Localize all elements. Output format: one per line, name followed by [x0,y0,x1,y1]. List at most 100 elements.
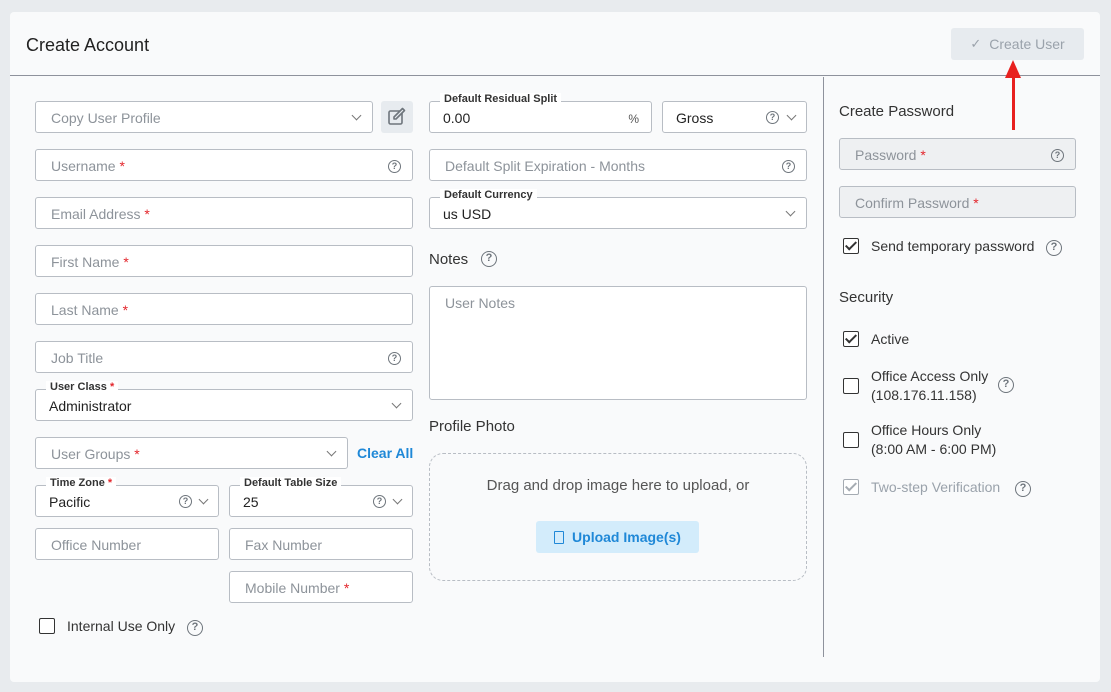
user-groups-placeholder-text: User Groups [51,446,131,462]
time-zone-label: Time Zone * [46,477,117,489]
office-number-field[interactable]: Office Number [35,528,219,560]
photo-dropzone[interactable]: Drag and drop image here to upload, or U… [429,453,807,581]
required-marker: * [107,477,113,489]
default-currency-select[interactable]: Default Currency us USD [429,189,807,229]
email-placeholder-text: Email Address [51,206,141,222]
time-zone-select[interactable]: Time Zone * Pacific ? [35,477,219,517]
internal-use-checkbox[interactable] [39,618,55,634]
help-icon[interactable]: ? [1015,481,1031,497]
password-placeholder-text: Password [855,147,917,163]
edit-profile-button[interactable] [381,101,413,133]
help-icon[interactable]: ? [179,495,192,508]
first-name-placeholder: First Name * [51,254,129,270]
fax-number-field[interactable]: Fax Number [229,528,413,560]
confirm-password-placeholder: Confirm Password * [855,195,979,211]
dropzone-text: Drag and drop image here to upload, or [486,477,750,494]
table-size-label: Default Table Size [240,477,342,489]
time-zone-label-text: Time Zone [50,477,105,489]
office-hours-checkbox[interactable] [843,432,859,448]
residual-split-label: Default Residual Split [440,93,562,105]
confirm-password-field[interactable]: Confirm Password * [839,186,1076,218]
user-groups-placeholder: User Groups * [51,446,140,462]
office-hours-title: Office Hours Only [871,422,982,438]
password-field[interactable]: Password * ? [839,138,1076,170]
active-checkbox[interactable] [843,331,859,347]
password-placeholder: Password * [855,147,926,163]
job-title-field[interactable]: Job Title ? [35,341,413,373]
clear-all-link[interactable]: Clear All [357,445,413,461]
user-class-label-text: User Class [50,381,107,393]
fax-number-placeholder: Fax Number [245,537,323,553]
table-size-value: 25 [243,494,259,510]
upload-button-label: Upload Image(s) [572,529,681,545]
create-account-card: Create Account ✓ Create User Copy User P… [10,12,1100,682]
help-icon[interactable]: ? [388,352,401,365]
mobile-number-placeholder-text: Mobile Number [245,580,340,596]
chevron-down-icon [786,110,797,121]
help-icon[interactable]: ? [187,620,203,636]
mobile-number-placeholder: Mobile Number * [245,580,349,596]
split-expiration-placeholder: Default Split Expiration - Months [445,158,645,174]
default-residual-split-field[interactable]: Default Residual Split 0.00 % [429,93,652,133]
user-notes-textarea[interactable]: User Notes [429,286,807,400]
copy-user-profile-select[interactable]: Copy User Profile [35,101,373,133]
default-table-size-select[interactable]: Default Table Size 25 ? [229,477,413,517]
user-notes-placeholder: User Notes [445,295,516,311]
office-access-checkbox[interactable] [843,378,859,394]
user-groups-select[interactable]: User Groups * [35,437,348,469]
annotation-arrow-shaft [1012,72,1015,130]
required-marker: * [109,381,115,393]
split-expiration-field[interactable]: Default Split Expiration - Months ? [429,149,807,181]
confirm-password-placeholder-text: Confirm Password [855,195,970,211]
split-basis-select[interactable]: Gross ? [662,101,807,133]
required-marker: * [920,147,926,163]
upload-images-button[interactable]: Upload Image(s) [536,521,699,553]
office-access-detail: (108.176.11.158) [871,387,977,403]
security-heading: Security [839,289,894,306]
required-marker: * [973,195,979,211]
required-marker: * [144,206,150,222]
internal-use-label: Internal Use Only [67,618,176,634]
user-class-value: Administrator [49,398,132,414]
create-user-button[interactable]: ✓ Create User [951,28,1084,60]
chevron-down-icon [198,494,209,505]
chevron-down-icon [392,494,403,505]
user-class-select[interactable]: User Class * Administrator [35,381,413,421]
profile-photo-heading: Profile Photo [429,418,515,435]
send-temp-password-checkbox[interactable] [843,238,859,254]
annotation-arrow-head [1005,60,1021,78]
create-user-button-label: Create User [989,36,1065,52]
mobile-number-field[interactable]: Mobile Number * [229,571,413,603]
time-zone-value: Pacific [49,494,91,510]
chevron-down-icon [326,446,337,457]
email-placeholder: Email Address * [51,206,150,222]
username-field[interactable]: Username * ? [35,149,413,181]
split-basis-value: Gross [676,110,714,126]
required-marker: * [134,446,140,462]
check-icon: ✓ [970,36,982,51]
two-step-checkbox[interactable] [843,479,859,495]
help-icon[interactable]: ? [388,160,401,173]
required-marker: * [123,254,129,270]
required-marker: * [122,302,129,318]
help-icon[interactable]: ? [373,495,386,508]
edit-icon [388,107,406,125]
first-name-placeholder-text: First Name [51,254,120,270]
help-icon[interactable]: ? [998,377,1014,393]
active-label: Active [871,331,910,347]
email-field[interactable]: Email Address * [35,197,413,229]
copy-user-profile-placeholder: Copy User Profile [51,110,161,126]
help-icon[interactable]: ? [481,251,497,267]
send-temp-password-label: Send temporary password [871,238,1035,254]
office-access-title: Office Access Only [871,368,989,384]
first-name-field[interactable]: First Name * [35,245,413,277]
currency-value: us USD [443,206,492,222]
chevron-down-icon [785,206,796,217]
help-icon[interactable]: ? [1051,149,1064,162]
help-icon[interactable]: ? [766,111,779,124]
help-icon[interactable]: ? [1046,240,1062,256]
help-icon[interactable]: ? [782,160,795,173]
residual-split-value: 0.00 [443,110,471,126]
last-name-field[interactable]: Last Name * [35,293,413,325]
user-class-label: User Class * [46,381,119,393]
